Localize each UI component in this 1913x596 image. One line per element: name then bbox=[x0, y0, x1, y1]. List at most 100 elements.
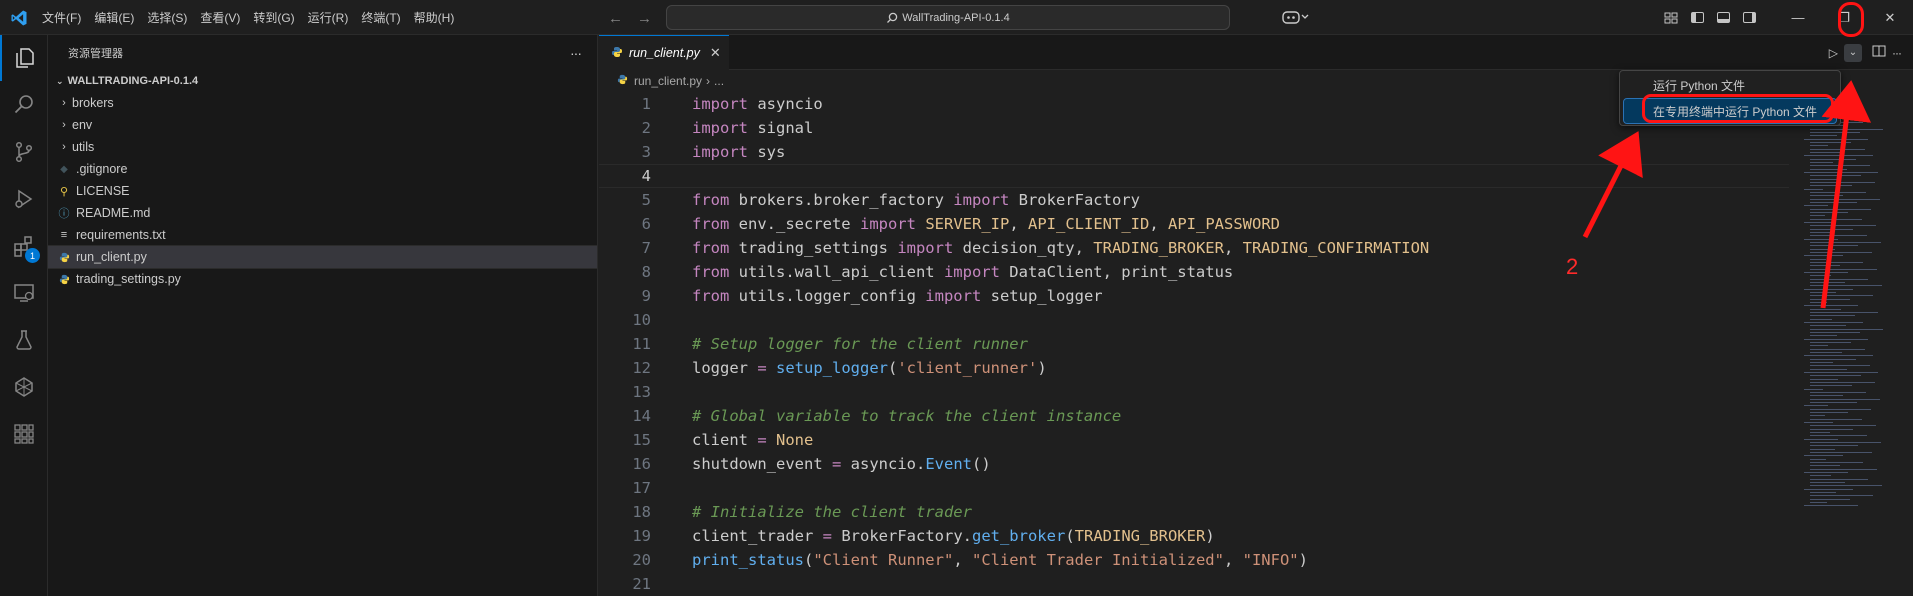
python-file-icon bbox=[56, 274, 72, 285]
close-window-icon[interactable]: ✕ bbox=[1867, 0, 1913, 35]
tree-item-gitignore[interactable]: ◆ .gitignore bbox=[48, 158, 597, 180]
split-editor-icon[interactable] bbox=[1872, 45, 1886, 60]
tree-item-run-client[interactable]: run_client.py bbox=[47, 245, 598, 269]
line-number: 7 bbox=[641, 239, 651, 257]
menu-view[interactable]: 查看(V) bbox=[200, 9, 240, 26]
menu-go[interactable]: 转到(G) bbox=[253, 9, 294, 26]
tree-item-readme[interactable]: ⓘ README.md bbox=[48, 202, 597, 224]
breadcrumb-file[interactable]: run_client.py bbox=[634, 74, 702, 88]
minimap-line bbox=[1810, 235, 1867, 236]
minimap-line bbox=[1810, 375, 1861, 376]
menu-selection[interactable]: 选择(S) bbox=[147, 9, 187, 26]
menu-terminal[interactable]: 终端(T) bbox=[361, 9, 400, 26]
minimap-line bbox=[1810, 479, 1868, 480]
minimap-line bbox=[1810, 432, 1830, 433]
chevron-right-icon: › bbox=[62, 119, 66, 131]
search-icon[interactable] bbox=[0, 82, 48, 128]
run-debug-icon[interactable] bbox=[0, 176, 48, 222]
minimap-line bbox=[1810, 219, 1862, 220]
back-arrow-icon[interactable]: ← bbox=[608, 10, 623, 27]
minimap-line bbox=[1810, 315, 1855, 316]
minimap-line bbox=[1810, 379, 1838, 380]
minimap-line bbox=[1810, 299, 1850, 300]
remote-explorer-icon[interactable] bbox=[0, 270, 48, 316]
more-editor-actions-icon[interactable]: ··· bbox=[1892, 46, 1902, 60]
git-file-icon: ◆ bbox=[60, 163, 68, 175]
minimap-line bbox=[1810, 495, 1873, 496]
info-file-icon: ⓘ bbox=[58, 208, 70, 220]
minimap-line bbox=[1810, 415, 1825, 416]
forward-arrow-icon[interactable]: → bbox=[637, 10, 652, 27]
close-tab-icon[interactable]: ✕ bbox=[710, 45, 721, 61]
tree-item-brokers[interactable]: › brokers bbox=[48, 92, 597, 114]
minimap-line bbox=[1810, 329, 1883, 330]
tree-item-trading-settings[interactable]: trading_settings.py bbox=[48, 268, 597, 290]
code-line: 14 # Global variable to track the client … bbox=[599, 404, 1789, 428]
menu-run[interactable]: 运行(R) bbox=[308, 9, 349, 26]
minimap-line bbox=[1804, 339, 1868, 340]
code-editor[interactable]: 1 import asyncio 2 import signal 3 import s… bbox=[599, 92, 1789, 596]
code-line: 12 logger = setup_logger('client_runner') bbox=[599, 356, 1789, 380]
extensions-badge: 1 bbox=[25, 248, 40, 263]
minimize-icon[interactable]: — bbox=[1775, 0, 1821, 35]
minimap-line bbox=[1810, 332, 1860, 333]
code-line: 20 print_status("Client Runner", "Client … bbox=[599, 548, 1789, 572]
minimap-line bbox=[1810, 435, 1867, 436]
command-center-search[interactable]: WallTrading-API-0.1.4 bbox=[666, 5, 1230, 30]
minimap-line bbox=[1804, 455, 1843, 456]
minimap-line bbox=[1810, 279, 1868, 280]
minimap-line bbox=[1810, 195, 1843, 196]
explorer-title: 资源管理器 bbox=[68, 47, 123, 60]
minimap-line bbox=[1810, 319, 1832, 320]
toggle-panel-icon[interactable] bbox=[1711, 10, 1735, 26]
customize-layout-icon[interactable] bbox=[1659, 10, 1683, 26]
code-line: 3 import sys bbox=[599, 140, 1789, 164]
minimap-line bbox=[1810, 309, 1841, 310]
extensions-icon[interactable]: 1 bbox=[0, 223, 48, 269]
line-number: 2 bbox=[641, 119, 651, 137]
minimap-line bbox=[1810, 142, 1851, 143]
minimap-line bbox=[1810, 465, 1840, 466]
project-section-header[interactable]: ⌄ WALLTRADING-API-0.1.4 bbox=[48, 70, 597, 92]
toggle-secondary-sidebar-icon[interactable] bbox=[1737, 10, 1761, 26]
minimap-line bbox=[1810, 469, 1877, 470]
minimap-line bbox=[1810, 382, 1875, 383]
menu-edit[interactable]: 编辑(E) bbox=[94, 9, 134, 26]
tree-item-requirements[interactable]: ≡ requirements.txt bbox=[48, 224, 597, 246]
tree-item-utils[interactable]: › utils bbox=[48, 136, 597, 158]
minimap-line bbox=[1810, 179, 1838, 180]
grid-icon[interactable] bbox=[0, 411, 48, 457]
minimap-line bbox=[1804, 422, 1833, 423]
text-file-icon: ≡ bbox=[60, 229, 68, 241]
more-actions-icon[interactable]: ··· bbox=[570, 45, 582, 61]
title-bar: 文件(F) 编辑(E) 选择(S) 查看(V) 转到(G) 运行(R) 终端(T… bbox=[0, 0, 1913, 35]
tab-run-client[interactable]: run_client.py ✕ bbox=[599, 35, 729, 70]
minimap-line bbox=[1810, 185, 1852, 186]
run-python-file-icon[interactable]: ▷ bbox=[1829, 46, 1838, 60]
breadcrumb-more[interactable]: ... bbox=[714, 74, 724, 88]
run-dropdown-chevron-icon[interactable]: ⌄ bbox=[1844, 43, 1862, 62]
code-line: 2 import signal bbox=[599, 116, 1789, 140]
code-line: 1 import asyncio bbox=[599, 92, 1789, 116]
copilot-icon[interactable] bbox=[1282, 9, 1310, 28]
minimap-line bbox=[1804, 439, 1838, 440]
source-control-icon[interactable] bbox=[0, 129, 48, 175]
code-text: import signal bbox=[692, 119, 814, 137]
testing-icon[interactable] bbox=[0, 317, 48, 363]
tree-item-license[interactable]: ⚲ LICENSE bbox=[48, 180, 597, 202]
github-actions-icon[interactable] bbox=[0, 364, 48, 410]
explorer-icon[interactable] bbox=[0, 35, 48, 81]
menu-help[interactable]: 帮助(H) bbox=[414, 9, 455, 26]
minimap-line bbox=[1810, 262, 1863, 263]
python-file-icon bbox=[56, 252, 72, 263]
toggle-primary-sidebar-icon[interactable] bbox=[1685, 10, 1709, 26]
minimap-line bbox=[1810, 202, 1857, 203]
menu-file[interactable]: 文件(F) bbox=[42, 9, 81, 26]
chevron-down-icon: ⌄ bbox=[56, 75, 64, 86]
line-number: 18 bbox=[632, 503, 651, 521]
minimap[interactable] bbox=[1794, 92, 1904, 512]
minimap-line bbox=[1810, 445, 1858, 446]
tree-item-env[interactable]: › env bbox=[48, 114, 597, 136]
minimap-line bbox=[1810, 145, 1828, 146]
minimap-line bbox=[1804, 505, 1858, 506]
